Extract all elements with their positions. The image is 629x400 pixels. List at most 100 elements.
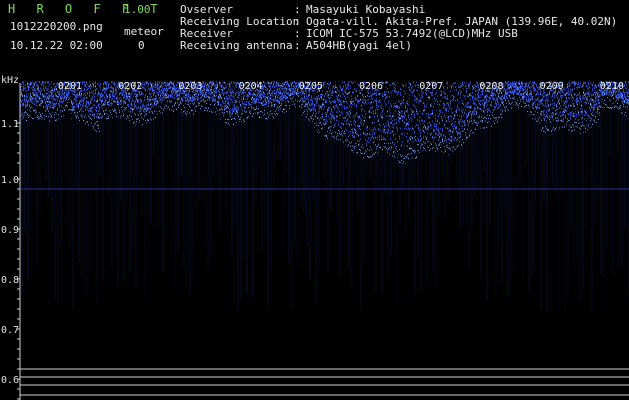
spectrum-pixel [426, 137, 427, 139]
spectrum-pixel [97, 100, 98, 102]
spectrum-pixel [354, 135, 355, 137]
spectrum-pixel [224, 97, 225, 100]
spectrum-pixel [32, 88, 33, 90]
spectrum-pixel [163, 109, 164, 111]
spectrum-pixel [401, 100, 402, 102]
spectrum-pixel [413, 128, 414, 131]
spectrum-pixel [263, 86, 264, 88]
spectrum-pixel [78, 107, 79, 109]
spectrum-pixel [216, 84, 217, 86]
spectrum-pixel [44, 99, 45, 101]
spectrum-pixel [237, 96, 238, 98]
spectrum-pixel [441, 115, 442, 118]
spectrum-pixel [256, 95, 257, 97]
spectrum-pixel [438, 144, 439, 146]
spectrum-pixel [416, 140, 417, 142]
spectrum-pixel [185, 103, 186, 105]
spectrum-pixel [160, 85, 161, 88]
spectrum-pixel [105, 88, 106, 90]
spectrum-pixel [227, 97, 228, 100]
spectrum-pixel [338, 89, 339, 92]
spectrum-pixel [351, 98, 352, 101]
spectrum-pixel [320, 106, 321, 108]
spectrum-pixel [152, 89, 153, 91]
spectrum-pixel [127, 104, 128, 106]
spectrum-pixel [294, 87, 295, 89]
spectrum-pixel [393, 103, 394, 105]
spectrum-pixel [44, 115, 45, 117]
spectrum-pixel [251, 98, 252, 100]
spectrum-pixel [206, 92, 207, 94]
spectrum-pixel [330, 125, 331, 127]
spectrum-pixel [201, 99, 202, 101]
spectrum-pixel [187, 111, 188, 113]
spectrum-pixel [334, 107, 335, 109]
spectrum-pixel [355, 81, 356, 83]
spectrum-pixel [361, 146, 362, 148]
spectrum-pixel [224, 109, 225, 111]
spectrum-pixel [410, 135, 411, 138]
spectrum-pixel [360, 133, 361, 136]
spectrum-pixel [323, 85, 324, 87]
spectrum-pixel [74, 109, 75, 111]
spectrum-pixel [371, 101, 372, 103]
spectrum-pixel [402, 133, 403, 135]
spectrum-pixel [71, 118, 72, 120]
spectrum-pixel [385, 125, 386, 127]
spectrum-pixel [327, 92, 328, 95]
spectrum-pixel [76, 97, 77, 99]
spectrum-pixel [332, 100, 333, 103]
spectrum-pixel [396, 149, 397, 151]
spectrum-pixel [257, 111, 258, 113]
spectrum-pixel [192, 97, 193, 99]
spectrum-pixel [348, 113, 349, 115]
spectrum-pixel [33, 110, 34, 112]
spectrum-pixel [351, 106, 352, 108]
spectrum-pixel [225, 122, 226, 124]
spectrum-pixel [151, 96, 152, 98]
spectrum-pixel [130, 107, 131, 110]
spectrum-pixel [326, 122, 327, 124]
spectrum-pixel [268, 102, 269, 105]
spectrum-pixel [349, 81, 350, 83]
spectrum-pixel [363, 147, 364, 148]
spectrum-pixel [269, 82, 270, 84]
spectrum-pixel [356, 98, 357, 100]
spectrum-pixel [277, 82, 278, 85]
spectrum-pixel [346, 129, 347, 131]
spectrum-pixel [318, 95, 319, 97]
spectrum-pixel [135, 124, 136, 126]
spectrum-pixel [218, 95, 219, 98]
spectrum-pixel [173, 85, 174, 87]
spectrum-pixel [367, 155, 368, 157]
spectrum-pixel [348, 92, 349, 94]
spectrum-pixel [150, 81, 151, 84]
spectrum-pixel [144, 108, 145, 110]
spectrum-pixel [89, 115, 90, 117]
spectrum-pixel [377, 136, 378, 139]
spectrum-pixel [84, 81, 85, 83]
spectrum-pixel [38, 87, 39, 89]
spectrum-pixel [430, 133, 431, 136]
spectrum-pixel [246, 111, 247, 113]
spectrum-pixel [38, 88, 39, 91]
spectrum-pixel [343, 85, 344, 87]
spectrum-pixel [21, 85, 22, 88]
spectrum-pixel [352, 82, 353, 84]
spectrum-pixel [244, 95, 245, 97]
spectrum-pixel [452, 125, 453, 128]
spectrum-pixel [107, 87, 108, 89]
spectrum-pixel [297, 100, 298, 102]
spectrum-pixel [276, 81, 277, 84]
spectrum-pixel [221, 97, 222, 99]
spectrum-pixel [146, 110, 147, 112]
spectrum-pixel [303, 99, 304, 102]
spectrum-pixel [154, 86, 155, 89]
spectrum-pixel [233, 82, 234, 85]
spectrum-pixel [338, 121, 339, 123]
spectrum-pixel [201, 105, 202, 107]
spectrum-pixel [405, 92, 406, 95]
spectrum-pixel [148, 98, 149, 100]
spectrum-pixel [396, 118, 397, 121]
spectrum-pixel [281, 98, 282, 100]
